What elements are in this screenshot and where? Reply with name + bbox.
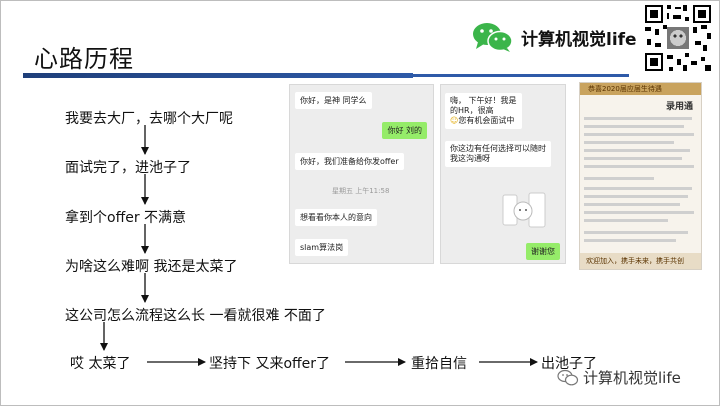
chat2-line-1: 嗨， 下午好！我是: [450, 96, 517, 105]
document-line: [584, 117, 692, 120]
wechat-icon: [557, 369, 579, 385]
document-line: [584, 239, 676, 242]
document-line: [584, 133, 694, 136]
chat1-message-1: 你好，是神 同学么: [295, 92, 372, 109]
watermark: 计算机视觉life: [557, 367, 681, 388]
document-header-bar: 恭喜2020届应届生待遇: [580, 83, 701, 95]
chat-screenshot-1: 你好，是神 同学么 你好 刘的 你好，我们准备给你发offer 星期五 上午11…: [289, 84, 434, 264]
chat2-line-5: 我这沟通呀: [450, 154, 490, 163]
chat1-message-3: 你好，我们准备给你发offer: [295, 153, 404, 170]
chat2-line-3: ☺您有机会面试中: [450, 116, 517, 126]
chat1-message-4: 想看看你本人的意向: [295, 209, 377, 226]
document-line: [584, 219, 668, 222]
chat2-message-3: 谢谢您: [526, 243, 560, 260]
chat1-message-2: 你好 刘的: [382, 122, 427, 139]
slide: 心路历程 计算机视觉life 我要去大厂，去哪个大厂呢 面试完了，进池子了 拿到…: [0, 0, 720, 406]
document-heading: 录用通: [665, 102, 693, 112]
document-footer: 欢迎加入，携手未来，携手共创: [586, 257, 684, 265]
document-line: [584, 231, 688, 234]
chat2-message-1: 嗨， 下午好！我是 的HR，很高 ☺您有机会面试中: [445, 93, 522, 129]
watermark-text: 计算机视觉life: [583, 369, 681, 387]
document-line: [584, 149, 690, 152]
chat2-line-4: 你这边有任何选择可以随时: [450, 144, 546, 153]
document-header: 恭喜2020届应届生待遇: [588, 85, 662, 93]
document-line: [584, 141, 674, 144]
document-line: [584, 195, 688, 198]
document-line: [584, 211, 694, 214]
document-line: [584, 187, 692, 190]
document-line: [584, 125, 684, 128]
document-line: [584, 203, 680, 206]
sticker-image: [502, 192, 546, 228]
chat-screenshot-2: 嗨， 下午好！我是 的HR，很高 ☺您有机会面试中 你这边有任何选择可以随时 我…: [440, 84, 566, 264]
document-line: [584, 157, 682, 160]
document-line: [584, 165, 694, 168]
chat1-message-5: slam算法岗: [295, 239, 349, 256]
chat2-line-3-text: 您有机会面试中: [458, 116, 515, 125]
chat2-message-2: 你这边有任何选择可以随时 我这沟通呀: [445, 141, 551, 167]
chat1-timestamp: 星期五 上午11:58: [332, 187, 390, 195]
offer-letter-document: 恭喜2020届应届生待遇 录用通 欢迎加入，携手未来，携手共创: [579, 82, 702, 270]
document-footer-bar: 欢迎加入，携手未来，携手共创: [580, 253, 701, 269]
document-line: [584, 177, 654, 180]
chat2-line-2: 的HR，很高: [450, 106, 494, 115]
